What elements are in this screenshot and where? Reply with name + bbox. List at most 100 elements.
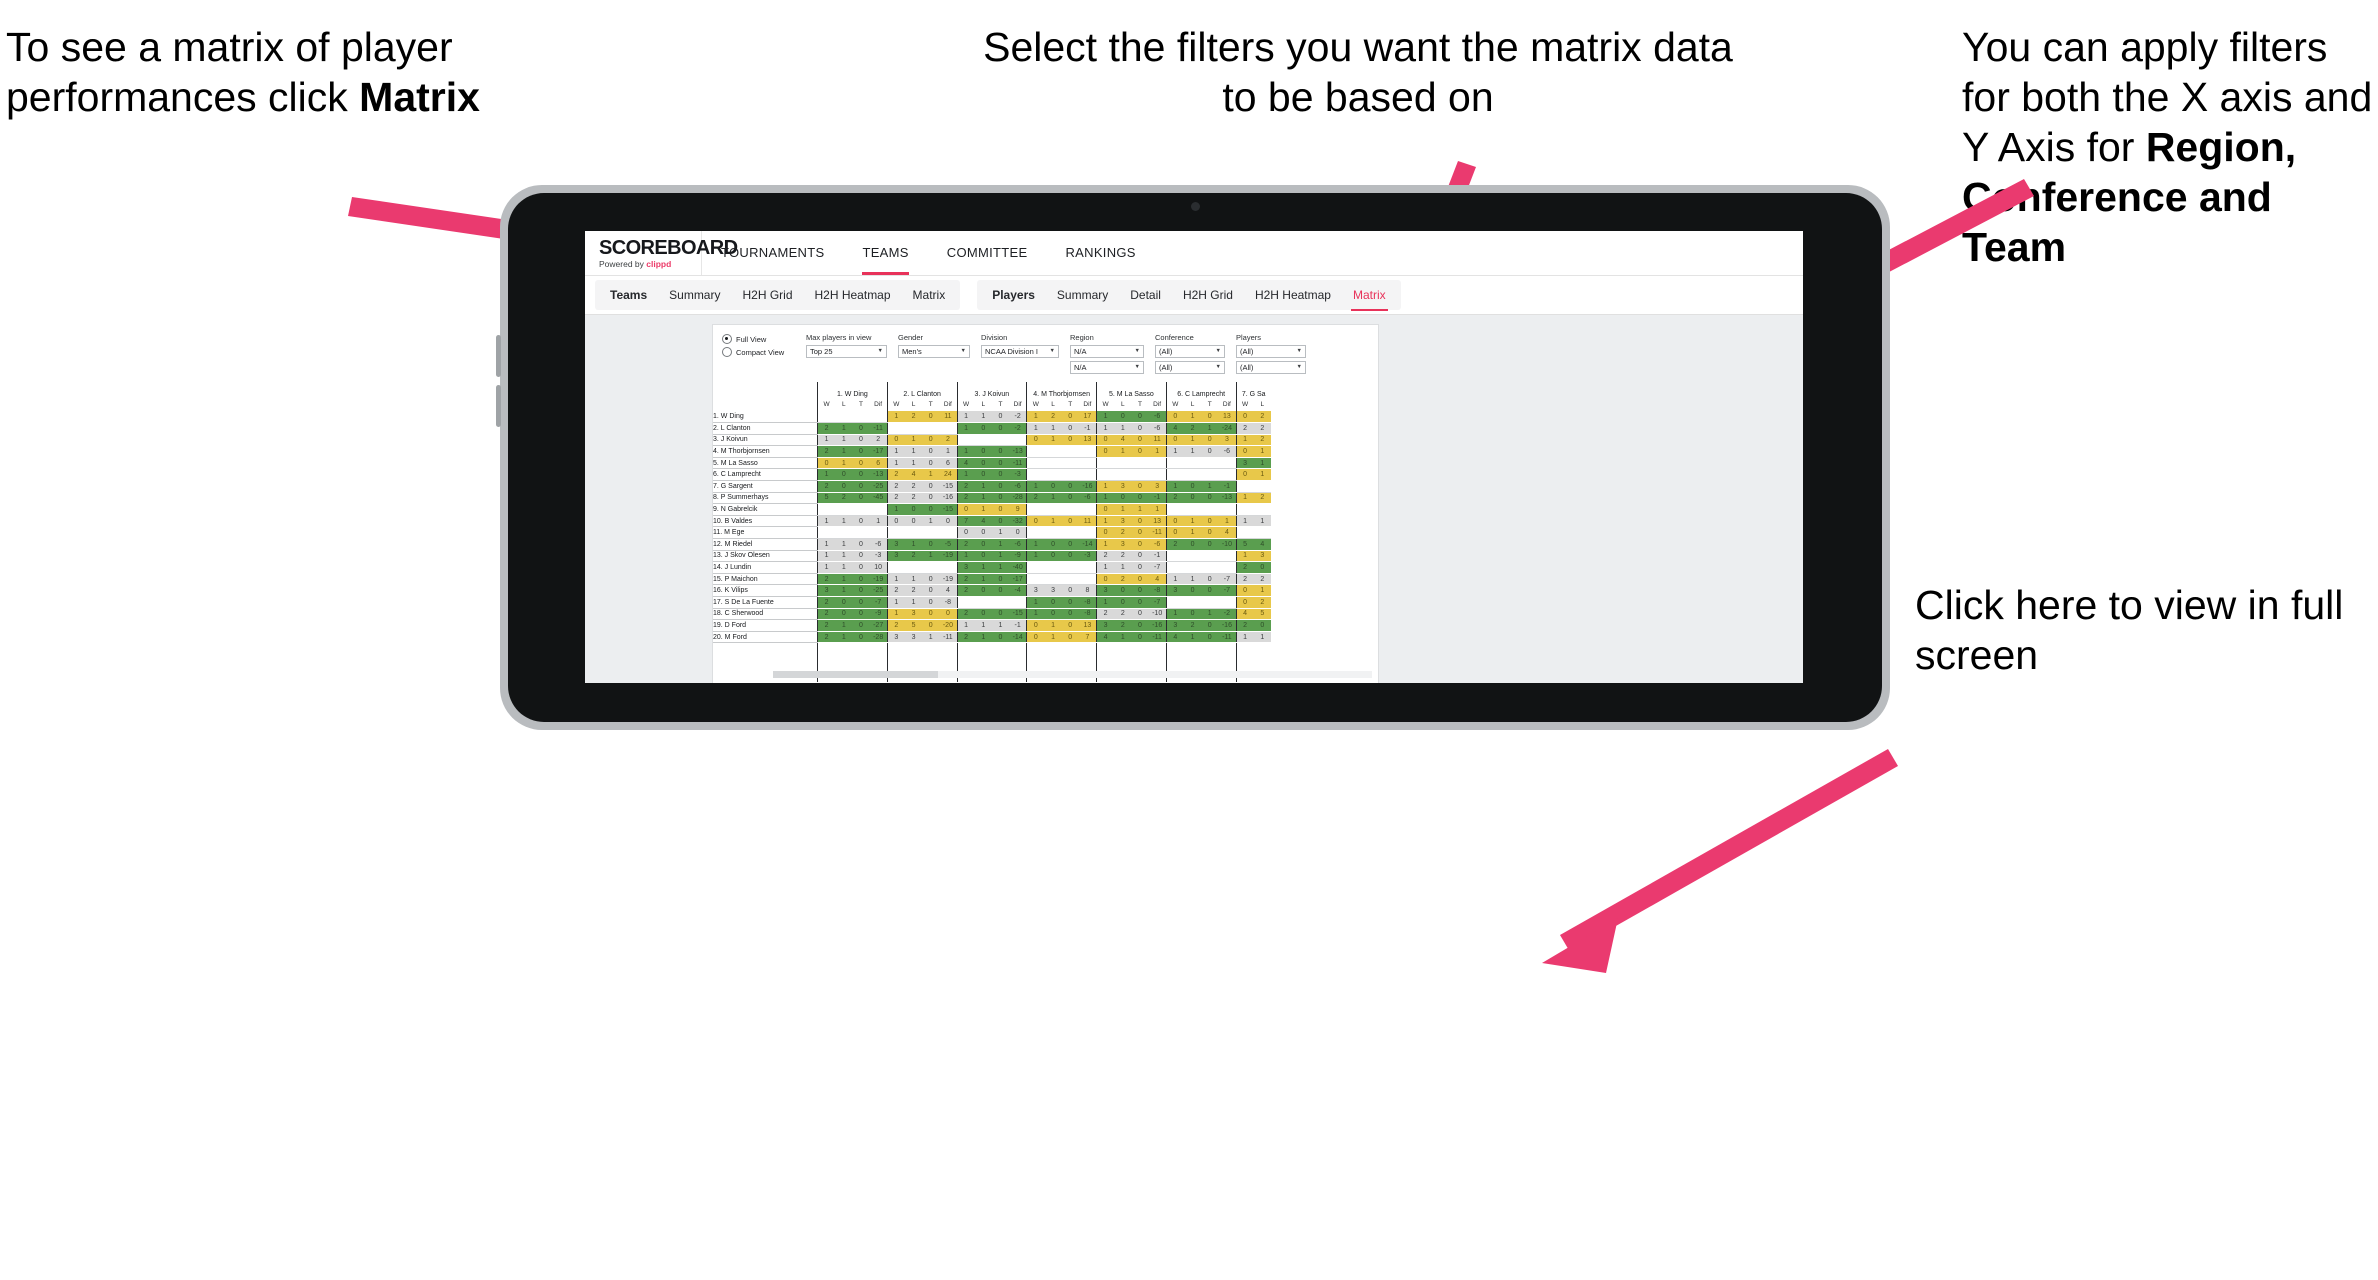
matrix-stat-header-t[interactable]: T [1201, 398, 1218, 411]
matrix-cell[interactable]: 1 [1148, 503, 1167, 516]
matrix-cell[interactable]: 1 [835, 573, 853, 586]
matrix-cell[interactable] [869, 526, 888, 540]
matrix-stat-header-l[interactable]: L [1044, 398, 1061, 411]
matrix-cell[interactable]: 1 [1026, 411, 1045, 424]
matrix-cell[interactable]: -20 [939, 619, 957, 632]
matrix-cell[interactable]: -14 [1078, 538, 1097, 551]
matrix-cell[interactable]: 1 [974, 411, 992, 424]
matrix-cell[interactable]: 0 [852, 515, 870, 528]
filter-max-players-select[interactable]: Top 25 ▼ [806, 345, 887, 358]
matrix-cell[interactable]: -15 [939, 480, 957, 493]
matrix-cell[interactable]: 0 [922, 492, 940, 505]
matrix-stat-header-t[interactable]: T [852, 398, 869, 411]
matrix-cell[interactable] [1026, 503, 1045, 516]
matrix-cell[interactable]: -4 [1009, 584, 1027, 597]
matrix-cell[interactable]: 1 [991, 550, 1010, 563]
matrix-cell[interactable]: 11 [1078, 515, 1097, 528]
matrix-cell[interactable]: 0 [1201, 538, 1219, 551]
matrix-stat-header-l[interactable]: L [905, 398, 922, 411]
matrix-cell[interactable]: 2 [1253, 434, 1271, 447]
matrix-cell[interactable] [1218, 550, 1236, 563]
matrix-cell[interactable]: 3 [886, 631, 905, 644]
matrix-cell[interactable]: 2 [1165, 538, 1184, 551]
matrix-cell[interactable]: 1 [991, 538, 1010, 551]
filter-conference-x-select[interactable]: (All) ▼ [1155, 345, 1225, 358]
matrix-cell[interactable]: 1 [1165, 445, 1184, 458]
matrix-cell[interactable]: -9 [1009, 550, 1027, 563]
matrix-cell[interactable]: 0 [974, 584, 992, 597]
matrix-cell[interactable]: 13 [1148, 515, 1167, 528]
matrix-cell[interactable]: 5 [817, 492, 836, 505]
matrix-row-header[interactable]: 19. D Ford [713, 619, 818, 632]
matrix-cell[interactable]: 1 [1096, 480, 1115, 493]
matrix-cell[interactable]: 17 [1078, 411, 1097, 424]
filter-gender-select[interactable]: Men's ▼ [898, 345, 970, 358]
matrix-cell[interactable]: -1 [1148, 492, 1167, 505]
matrix-cell[interactable] [1061, 468, 1079, 482]
matrix-cell[interactable]: -1 [1218, 480, 1236, 493]
matrix-cell[interactable]: 3 [1096, 619, 1115, 632]
matrix-cell[interactable]: 1 [991, 561, 1010, 574]
matrix-stat-header-dif[interactable]: Dif [870, 398, 888, 411]
matrix-cell[interactable]: 0 [886, 434, 905, 447]
matrix-cell[interactable]: 1 [904, 538, 923, 551]
matrix-stat-header-w[interactable]: W [1026, 398, 1045, 411]
matrix-cell[interactable] [1061, 503, 1079, 516]
filter-conference-y-select[interactable]: (All) ▼ [1155, 361, 1225, 374]
matrix-cell[interactable]: 2 [1253, 596, 1271, 609]
matrix-cell[interactable]: 0 [1061, 492, 1079, 505]
matrix-cell[interactable]: 0 [1114, 584, 1132, 597]
matrix-cell[interactable]: 1 [1165, 480, 1184, 493]
matrix-cell[interactable]: 0 [1096, 573, 1115, 586]
matrix-cell[interactable]: 0 [939, 608, 957, 621]
matrix-cell[interactable] [1078, 468, 1097, 482]
matrix-cell[interactable]: 1 [835, 445, 853, 458]
matrix-cell[interactable]: 2 [1114, 550, 1132, 563]
matrix-cell[interactable]: -1 [1148, 550, 1167, 563]
matrix-cell[interactable] [1026, 457, 1045, 470]
matrix-cell[interactable]: 0 [922, 503, 940, 516]
matrix-cell[interactable]: 2 [956, 631, 975, 644]
matrix-cell[interactable]: 2 [1235, 619, 1254, 632]
matrix-stat-header-l[interactable]: L [1114, 398, 1131, 411]
matrix-cell[interactable]: 2 [835, 492, 853, 505]
matrix-stat-header-dif[interactable]: Dif [1218, 398, 1236, 411]
matrix-cell[interactable] [1201, 503, 1219, 516]
matrix-cell[interactable] [1235, 480, 1254, 493]
matrix-cell[interactable]: 1 [974, 573, 992, 586]
matrix-cell[interactable]: 2 [886, 468, 905, 482]
matrix-cell[interactable]: -32 [1009, 515, 1027, 528]
matrix-cell[interactable]: 1 [1235, 631, 1254, 644]
matrix-cell[interactable]: 1 [1218, 515, 1236, 528]
matrix-cell[interactable] [1183, 468, 1202, 482]
matrix-cell[interactable]: 1 [904, 596, 923, 609]
matrix-cell[interactable]: 4 [956, 457, 975, 470]
matrix-cell[interactable] [1165, 550, 1184, 563]
matrix-cell[interactable]: 2 [939, 434, 957, 447]
matrix-cell[interactable]: 0 [939, 515, 957, 528]
matrix-stat-header-t[interactable]: T [1131, 398, 1148, 411]
matrix-cell[interactable]: 0 [852, 584, 870, 597]
matrix-cell[interactable] [886, 422, 905, 435]
matrix-cell[interactable] [1044, 526, 1062, 540]
filter-region-y-select[interactable]: N/A ▼ [1070, 361, 1144, 374]
matrix-cell[interactable]: -3 [1078, 550, 1097, 563]
matrix-cell[interactable]: 1 [922, 550, 940, 563]
matrix-cell[interactable]: 2 [817, 631, 836, 644]
matrix-cell[interactable] [1096, 468, 1115, 482]
matrix-cell[interactable]: -5 [939, 538, 957, 551]
matrix-cell[interactable]: -28 [869, 631, 888, 644]
matrix-cell[interactable]: 0 [1131, 608, 1149, 621]
matrix-cell[interactable]: -11 [1009, 457, 1027, 470]
matrix-cell[interactable] [1165, 561, 1184, 574]
matrix-cell[interactable] [956, 596, 975, 609]
matrix-cell[interactable]: 0 [1235, 584, 1254, 597]
matrix-cell[interactable]: -1 [1078, 422, 1097, 435]
matrix-cell[interactable]: 2 [1253, 411, 1271, 424]
matrix-cell[interactable] [1044, 561, 1062, 574]
matrix-cell[interactable]: -27 [869, 619, 888, 632]
matrix-cell[interactable]: 1 [956, 550, 975, 563]
matrix-cell[interactable]: 0 [1061, 411, 1079, 424]
matrix-cell[interactable] [886, 561, 905, 574]
matrix-cell[interactable]: 0 [1201, 584, 1219, 597]
